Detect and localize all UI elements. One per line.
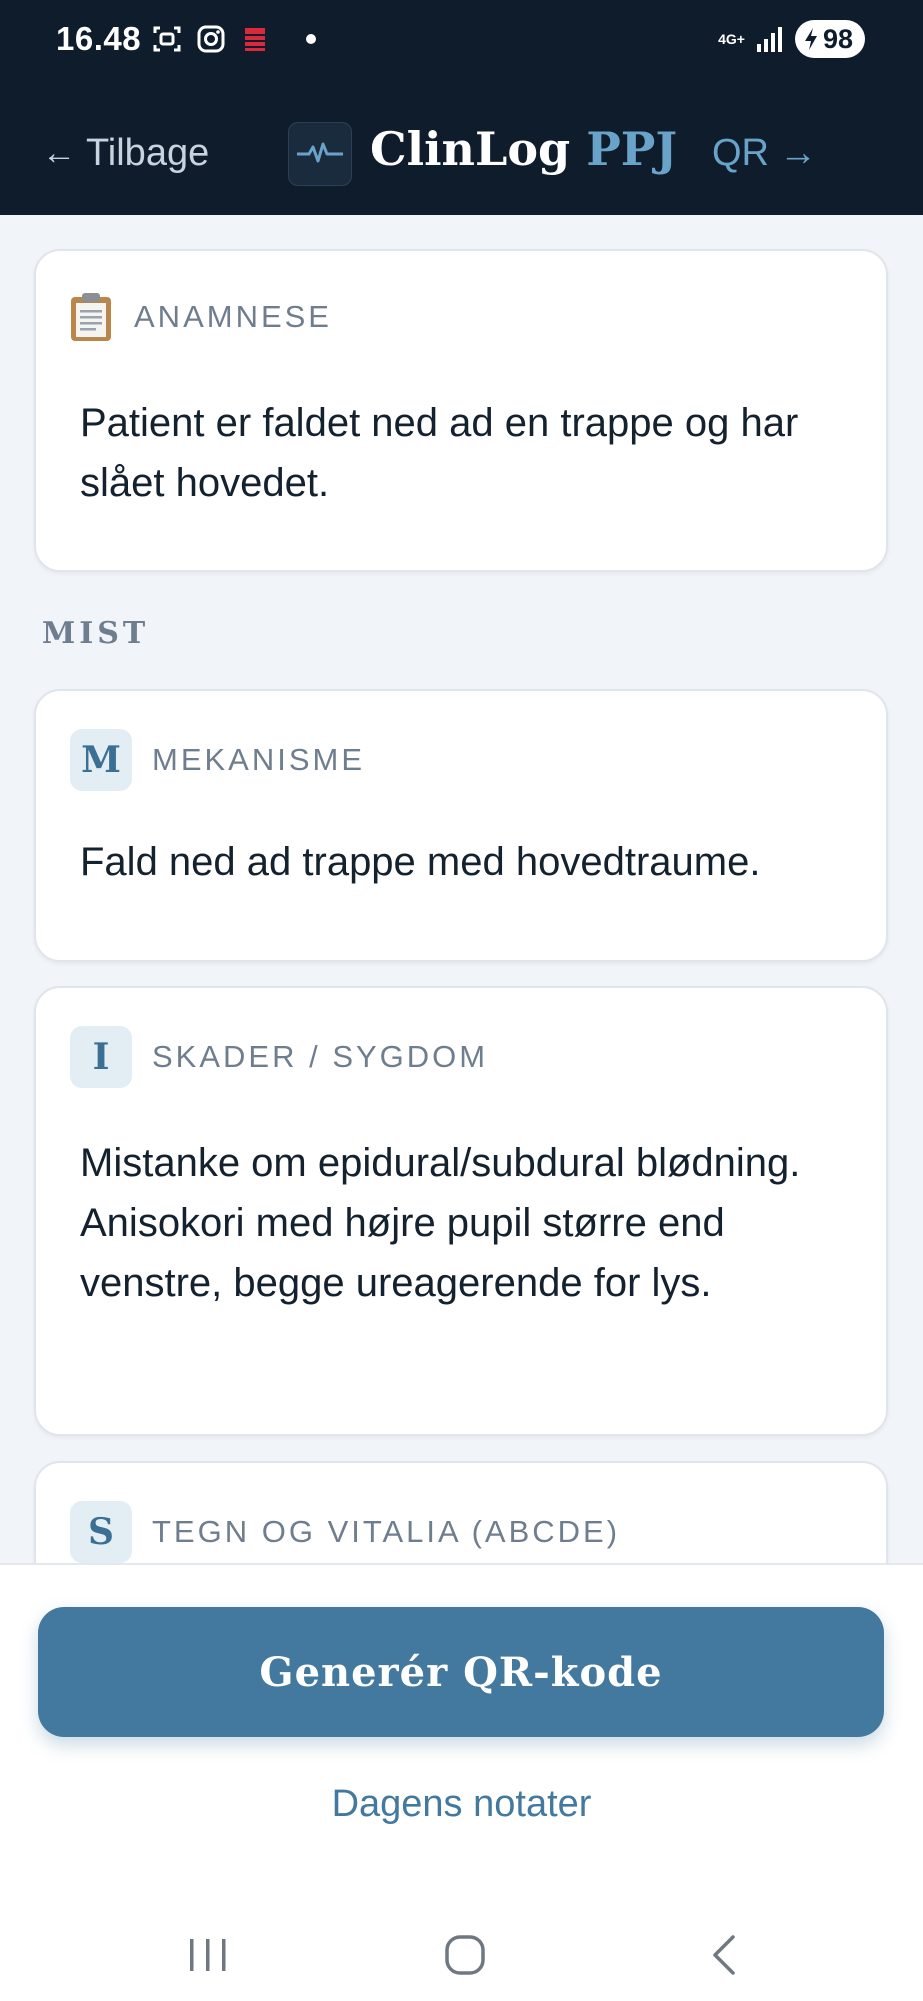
charging-icon [804,28,817,50]
back-button[interactable]: ← Tilbage [42,132,209,175]
app-title-main: ClinLog [370,122,571,176]
mist-card-label: SKADER / SYGDOM [152,1039,489,1074]
mist-card-injuries: I SKADER / SYGDOM Mistanke om epidural/s… [34,986,888,1436]
anamnese-label: ANAMNESE [134,299,332,334]
app-bar: ← Tilbage ClinLog PPJ QR → [0,110,923,205]
battery-indicator: 98 [794,20,865,58]
anamnese-card: ANAMNESE Patient er faldet ned ad en tra… [34,249,888,572]
back-label: Tilbage [86,132,210,174]
mist-card-text: Fald ned ad trappe med hovedtraume. [80,840,761,884]
generate-qr-button[interactable]: Generér QR-kode [38,1607,884,1737]
daily-notes-link[interactable]: Dagens notater [0,1783,923,1826]
arrow-left-icon: ← [42,134,76,172]
clipboard-icon [71,293,111,341]
mist-card-header: M MEKANISME [70,729,365,791]
network-type-label: 4G+ [718,31,745,47]
app-title-accent: PPJ [586,122,678,176]
app-logo [288,122,352,186]
status-icons-right: 4G+ 98 [718,20,865,58]
anamnese-card-header: ANAMNESE [68,291,332,343]
mist-card-header: I SKADER / SYGDOM [70,1026,488,1088]
heartbeat-icon [297,142,343,163]
app-header: 16.48 4G+ 98 ← Tilbage ClinLog PPJ QR → [0,0,923,215]
mist-card-header: S TEGN OG VITALIA (ABCDE) [70,1501,620,1563]
qr-label: QR [712,132,769,174]
back-nav-icon[interactable] [695,1929,755,1981]
mist-letter-badge: S [70,1501,132,1563]
mist-letter-badge: I [70,1026,132,1088]
mist-letter-badge: M [70,729,132,791]
mist-card-label: MEKANISME [152,742,366,777]
screenshot-icon [153,26,181,52]
status-icons-left [150,22,316,56]
app-title: ClinLog PPJ [370,122,677,176]
home-icon[interactable] [435,1929,495,1981]
arrow-right-icon: → [779,132,817,174]
mist-section-title: MIST [42,616,150,651]
mist-card-label: TEGN OG VITALIA (ABCDE) [152,1514,621,1549]
mist-card-text: Mistanke om epidural/subdural blødning. … [80,1141,801,1305]
anamnese-text: Patient er faldet ned ad en trappe og ha… [80,401,799,505]
signal-icon [756,27,782,52]
qr-button[interactable]: QR → [712,132,817,175]
status-time: 16.48 [56,20,142,57]
instagram-icon [197,25,225,53]
system-nav-bar [0,1905,923,2001]
bottom-action-bar: Generér QR-kode Dagens notater [0,1563,923,2001]
notification-dot [306,34,316,44]
news-app-icon [245,28,265,51]
battery-level: 98 [822,23,853,54]
recent-apps-icon[interactable] [178,1929,238,1981]
mist-card-mechanism: M MEKANISME Fald ned ad trappe med hoved… [34,689,888,962]
